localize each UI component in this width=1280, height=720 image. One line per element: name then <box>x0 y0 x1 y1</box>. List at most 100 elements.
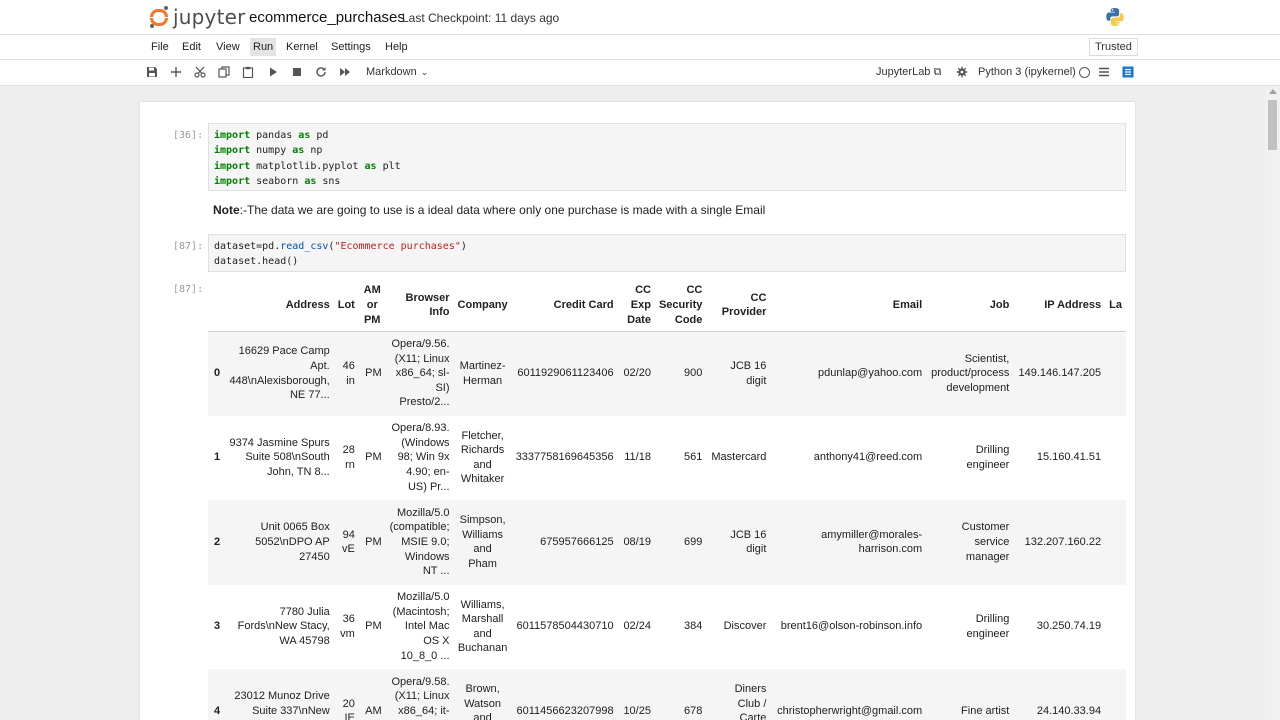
code-line: import seaborn as sns <box>214 175 341 187</box>
copy-icon[interactable] <box>217 65 231 79</box>
paste-icon[interactable] <box>241 65 255 79</box>
table-cell: 02/20 <box>623 367 651 380</box>
table-cell: 28 rn <box>342 444 355 471</box>
fast-forward-icon[interactable] <box>338 65 352 79</box>
table-cell: amymiller@morales-harrison.com <box>821 528 923 556</box>
table-header-row: Address Lot AM or PM Browser Info Compan… <box>208 280 1126 332</box>
jupyter-logo-icon <box>149 6 169 28</box>
cell-type-select[interactable]: Markdown ⌄ <box>366 66 428 78</box>
add-cell-icon[interactable] <box>169 65 183 79</box>
table-cell: Williams, Marshall and Buchanan <box>457 598 508 655</box>
table-cell: 36 vm <box>340 613 355 640</box>
chevron-down-icon: ⌄ <box>420 67 429 77</box>
scrollbar-thumb[interactable] <box>1268 100 1277 150</box>
menu-edit[interactable]: Edit <box>182 41 201 53</box>
cut-icon[interactable] <box>193 65 207 79</box>
property-inspector-icon[interactable] <box>1121 65 1135 79</box>
run-icon[interactable] <box>266 65 280 79</box>
table-cell: Diners Club / Carte Blanche <box>734 683 767 720</box>
table-cell: JCB 16 digit <box>730 359 767 387</box>
table-cell: 08/19 <box>623 535 651 548</box>
table-cell: Drilling engineer <box>966 613 1010 640</box>
note-bold: Note <box>213 203 240 217</box>
table-row: 2 Unit 0065 Box 5052\nDPO AP 27450 94 vE… <box>208 500 1126 585</box>
table-cell: 7780 Julia Fords\nNew Stacy, WA 45798 <box>237 605 330 648</box>
table-cell: 132.207.160.22 <box>1024 535 1102 548</box>
top-header: jupyter ecommerce_purchases Last Checkpo… <box>0 0 1280 35</box>
table-cell: Martinez-Herman <box>459 359 506 387</box>
table-header: CC Provider <box>706 280 771 332</box>
table-cell: 46 in <box>342 359 355 387</box>
table-cell: Discover <box>723 620 767 633</box>
table-cell: 6011578504430710 <box>516 620 614 633</box>
table-cell: 6011929061123406 <box>517 367 614 380</box>
gear-icon[interactable] <box>955 65 969 79</box>
table-cell: 02/24 <box>623 620 651 633</box>
scroll-up-icon[interactable] <box>1269 89 1277 94</box>
jupyter-logo[interactable]: jupyter <box>149 5 246 29</box>
external-link-icon: ⧉ <box>933 66 942 78</box>
table-cell: 384 <box>684 620 703 633</box>
code-line: import numpy as np <box>214 145 323 157</box>
menu-kernel[interactable]: Kernel <box>286 41 318 53</box>
menu-settings[interactable]: Settings <box>331 41 371 53</box>
table-row: 1 9374 Jasmine Spurs Suite 508\nSouth Jo… <box>208 416 1126 501</box>
notebook-title[interactable]: ecommerce_purchases <box>249 9 405 26</box>
menu-view[interactable]: View <box>216 41 240 53</box>
kernel-status-icon <box>1079 67 1090 78</box>
table-cell: Fine artist <box>961 704 1010 717</box>
row-index: 2 <box>214 535 221 548</box>
table-cell <box>1105 500 1126 585</box>
table-cell: 24.140.33.94 <box>1036 704 1102 717</box>
menu-run[interactable]: Run <box>250 38 277 56</box>
table-cell: 6011456623207998 <box>516 704 614 717</box>
table-cell: Opera/9.58.(X11; Linux x86_64; it-IT) Pr… <box>391 675 450 720</box>
table-header: Address <box>225 280 334 332</box>
menu-help[interactable]: Help <box>385 41 408 53</box>
table-cell: PM <box>365 620 382 633</box>
stop-icon[interactable] <box>290 65 304 79</box>
table-cell: christopherwright@gmail.com <box>777 704 923 717</box>
restart-icon[interactable] <box>314 65 328 79</box>
table-cell: anthony41@reed.com <box>813 451 923 464</box>
cell-prompt: [36]: <box>173 130 204 141</box>
table-cell: PM <box>365 367 382 380</box>
table-cell: PM <box>365 535 382 548</box>
table-cell: brent16@olson-robinson.info <box>780 620 923 633</box>
table-header: CC Security Code <box>654 280 707 332</box>
markdown-note[interactable]: Note:-The data we are going to use is a … <box>213 203 765 217</box>
table-header: Browser Info <box>385 280 454 332</box>
table-cell: 9374 Jasmine Spurs Suite 508\nSouth John… <box>229 436 330 479</box>
table-cell: 20 IE <box>342 697 355 720</box>
python-logo-icon <box>1106 8 1124 26</box>
table-cell: 561 <box>684 451 703 464</box>
table-header: CC Exp Date <box>617 280 655 332</box>
table-cell: Simpson, Williams and Pham <box>459 514 506 570</box>
table-header: AM or PM <box>358 280 386 332</box>
table-cell: Brown, Watson and Andrews <box>464 683 502 720</box>
note-text: :-The data we are going to use is a idea… <box>239 203 766 217</box>
trusted-indicator[interactable]: Trusted <box>1089 38 1138 56</box>
table-cell: Mastercard <box>711 451 767 464</box>
table-cell: 678 <box>684 704 703 717</box>
table-cell <box>1105 416 1126 501</box>
code-line: dataset=pd.read_csv("Ecommerce purchases… <box>214 241 467 252</box>
save-icon[interactable] <box>145 65 159 79</box>
table-cell: 30.250.74.19 <box>1036 620 1102 633</box>
code-cell-read-csv[interactable]: dataset=pd.read_csv("Ecommerce purchases… <box>208 234 1126 272</box>
table-row: 4 23012 Munoz Drive Suite 337\nNew Jeffr… <box>208 669 1126 720</box>
table-cell: 94 vE <box>342 528 355 556</box>
table-cell <box>1105 331 1126 416</box>
list-icon[interactable] <box>1097 65 1111 79</box>
open-jupyterlab-link[interactable]: JupyterLab ⧉ <box>876 66 941 79</box>
table-cell: Unit 0065 Box 5052\nDPO AP 27450 <box>255 521 330 563</box>
kernel-name[interactable]: Python 3 (ipykernel) <box>978 66 1076 78</box>
table-cell: Customer service manager <box>961 521 1010 563</box>
row-index: 1 <box>214 451 221 464</box>
menu-file[interactable]: File <box>151 41 169 53</box>
dataframe-output: Address Lot AM or PM Browser Info Compan… <box>208 280 1126 720</box>
code-line: import pandas as pd <box>214 130 329 141</box>
code-cell-imports[interactable]: import pandas as pd import numpy as np i… <box>208 123 1126 191</box>
vertical-scrollbar[interactable] <box>1265 86 1280 720</box>
table-header: La <box>1105 280 1126 332</box>
